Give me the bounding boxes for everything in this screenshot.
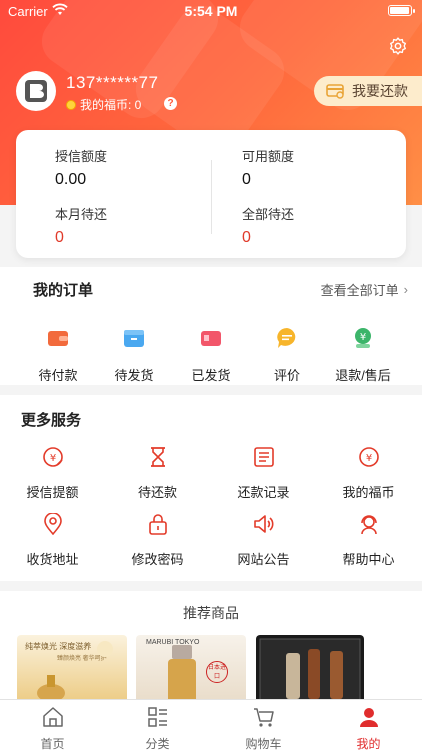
service-pending-repay[interactable]: 待还款 [105, 446, 210, 501]
lock-icon [148, 514, 167, 535]
service-label: 我的福币 [342, 485, 395, 500]
service-label: 帮助中心 [342, 552, 395, 567]
chat-icon [277, 328, 296, 348]
hourglass-icon [150, 447, 165, 467]
tab-mine[interactable]: 我的 [316, 706, 421, 750]
month-due-label: 本月待还 [55, 207, 108, 222]
service-my-coins[interactable]: ¥ 我的福币 [316, 446, 421, 501]
credit-summary-card: 授信额度 0.00 可用额度 0 本月待还 0 全部待还 0 [16, 130, 406, 258]
gear-icon[interactable] [388, 36, 408, 56]
total-due[interactable]: 全部待还 0 [242, 204, 294, 247]
phone-number: 137******77 [66, 73, 159, 92]
repay-button[interactable]: 我要还款 [314, 76, 422, 106]
coin-balance[interactable]: 我的福币: 0 [66, 96, 141, 113]
order-refund[interactable]: ¥ 退款/售后 [321, 327, 405, 384]
order-item-label: 退款/售后 [335, 368, 391, 383]
truck-icon [201, 331, 221, 346]
product-card[interactable]: 纯萃焕光 深度滋养 臻颜焕亮 奢华呵护 [17, 635, 127, 703]
view-all-orders-link[interactable]: 查看全部订单 › [321, 280, 408, 299]
tab-label: 分类 [145, 737, 170, 750]
credit-limit-value: 0.00 [55, 171, 87, 188]
svg-text:¥: ¥ [49, 453, 55, 464]
service-label: 网站公告 [237, 552, 290, 567]
service-repay-records[interactable]: 还款记录 [211, 446, 316, 501]
order-pending-payment[interactable]: 待付款 [16, 327, 100, 384]
refund-icon: ¥ [355, 328, 371, 348]
service-label: 授信提额 [26, 485, 79, 500]
chevron-right-icon: › [403, 282, 408, 297]
speaker-icon [253, 515, 274, 533]
service-label: 待还款 [137, 485, 177, 500]
service-label: 收货地址 [26, 552, 79, 567]
available-credit-value: 0 [242, 171, 251, 188]
available-credit: 可用额度 0 [242, 146, 294, 189]
order-shipped[interactable]: 已发货 [169, 327, 253, 384]
yuan-coin-icon: ¥ [358, 447, 379, 467]
product-image [37, 641, 113, 702]
clock: 5:54 PM [184, 3, 238, 19]
divider [211, 160, 212, 234]
month-due-value: 0 [55, 229, 64, 246]
product-image [259, 638, 361, 703]
orders-title: 我的订单 [33, 282, 94, 299]
order-review[interactable]: 评价 [245, 327, 329, 384]
coin-icon [66, 99, 76, 110]
service-shipping-address[interactable]: 收货地址 [0, 512, 105, 568]
services-section: 更多服务 ¥ 授信提额 待还款 还款记录 ¥ 我的福币 收货地址 修改密码 网站… [0, 395, 422, 581]
battery-icon [388, 5, 415, 16]
order-item-label: 已发货 [191, 368, 231, 383]
repay-button-label: 我要还款 [352, 83, 408, 99]
help-agent-icon [360, 515, 377, 535]
credit-up-icon: ¥ [42, 447, 63, 467]
credit-limit-label: 授信额度 [55, 149, 108, 164]
available-credit-label: 可用额度 [242, 149, 295, 164]
tab-bar: 首页 分类 购物车 我的 [0, 699, 422, 750]
category-icon [147, 707, 167, 727]
order-item-label: 待发货 [114, 368, 154, 383]
box-icon [124, 330, 144, 347]
status-bar: Carrier 5:54 PM [0, 0, 422, 22]
view-all-orders-label: 查看全部订单 [320, 283, 399, 298]
tab-label: 首页 [40, 737, 65, 750]
service-help-center[interactable]: 帮助中心 [316, 513, 421, 568]
product-image [168, 645, 196, 703]
orders-section: 我的订单 查看全部订单 › 待付款 待发货 已发货 评价 ¥ 退款/售后 [0, 267, 422, 385]
tab-category[interactable]: 分类 [105, 706, 210, 750]
month-due[interactable]: 本月待还 0 [55, 204, 107, 247]
card-icon [326, 84, 344, 99]
help-icon[interactable]: ? [164, 97, 177, 110]
tab-label: 我的 [356, 737, 381, 750]
order-pending-shipment[interactable]: 待发货 [92, 327, 176, 384]
location-icon [43, 512, 62, 536]
credit-limit: 授信额度 0.00 [55, 146, 107, 189]
avatar[interactable] [16, 71, 56, 111]
tab-home[interactable]: 首页 [0, 706, 105, 750]
tab-cart[interactable]: 购物车 [211, 706, 316, 750]
wallet-icon [48, 331, 68, 346]
product-card[interactable] [256, 635, 364, 703]
user-icon [359, 708, 378, 727]
brand-logo-icon [25, 80, 47, 102]
order-item-label: 待付款 [38, 368, 78, 383]
record-icon [253, 447, 274, 467]
import-stamp: 日本进口 [206, 661, 228, 683]
cart-icon [253, 708, 274, 727]
home-icon [42, 707, 63, 727]
coin-balance-label: 我的福币: 0 [80, 98, 142, 112]
tab-label: 购物车 [245, 737, 282, 750]
service-label: 还款记录 [237, 485, 290, 500]
service-change-password[interactable]: 修改密码 [105, 513, 210, 568]
service-label: 修改密码 [131, 552, 184, 567]
svg-text:¥: ¥ [365, 453, 371, 464]
svg-text:¥: ¥ [360, 332, 366, 343]
service-announcements[interactable]: 网站公告 [211, 513, 316, 568]
total-due-value: 0 [242, 229, 251, 246]
total-due-label: 全部待还 [242, 207, 295, 222]
recommend-title: 推荐商品 [183, 605, 239, 621]
order-item-label: 评价 [273, 368, 300, 383]
services-title: 更多服务 [21, 412, 82, 429]
product-card[interactable]: MARUBI TOKYO 日本进口 [136, 635, 246, 703]
service-credit-increase[interactable]: ¥ 授信提额 [0, 446, 105, 501]
